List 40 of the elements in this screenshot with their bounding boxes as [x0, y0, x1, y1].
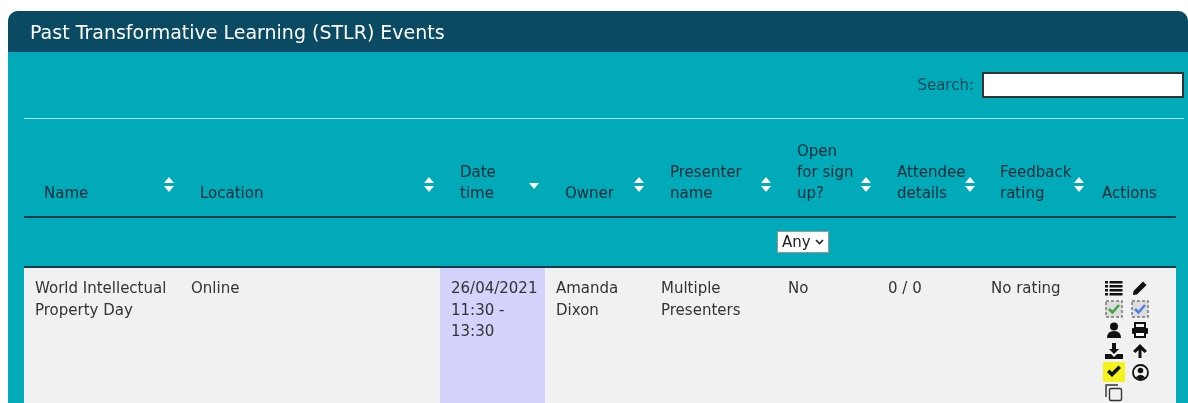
- search-label: Search:: [917, 76, 974, 94]
- panel-title: Past Transformative Learning (STLR) Events: [30, 20, 445, 43]
- column-header[interactable]: Name: [44, 183, 89, 204]
- column-header[interactable]: Feedback rating: [1000, 162, 1074, 204]
- table-cell: Multiple Presenters: [661, 279, 741, 319]
- column-header[interactable]: Open for sign up?: [797, 141, 861, 204]
- column-header[interactable]: Location: [200, 183, 264, 204]
- sort-icon[interactable]: [634, 176, 644, 194]
- column-header[interactable]: Owner: [565, 183, 614, 204]
- sort-icon[interactable]: [761, 176, 771, 194]
- column-header[interactable]: Actions: [1102, 183, 1157, 204]
- list-icon[interactable]: [1105, 280, 1123, 296]
- search-field[interactable]: [982, 72, 1184, 98]
- column-header[interactable]: Attendee details: [897, 162, 966, 204]
- column-header[interactable]: Date time: [460, 162, 529, 204]
- download-icon[interactable]: [1105, 343, 1123, 359]
- sort-icon[interactable]: [861, 176, 871, 194]
- table-cell: 0 / 0: [888, 279, 922, 297]
- checked-box-icon[interactable]: [1131, 300, 1149, 318]
- checkmark-icon[interactable]: [1106, 365, 1122, 379]
- person-icon[interactable]: [1107, 322, 1121, 338]
- chevron-down-icon: [814, 239, 824, 245]
- sort-icon[interactable]: [965, 176, 976, 194]
- table-cell: No: [788, 279, 809, 297]
- user-circle-icon[interactable]: [1131, 363, 1149, 381]
- column-header[interactable]: Presenter name: [670, 162, 761, 204]
- checked-box-icon[interactable]: [1105, 300, 1123, 318]
- copy-icon[interactable]: [1105, 384, 1123, 402]
- sort-icon[interactable]: [164, 176, 174, 194]
- table-cell: 26/04/2021 11:30 - 13:30: [451, 279, 538, 340]
- sort-icon[interactable]: [424, 176, 434, 194]
- pencil-icon[interactable]: [1132, 280, 1148, 296]
- sort-icon[interactable]: [1074, 176, 1084, 194]
- arrow-up-icon[interactable]: [1132, 343, 1148, 359]
- table-cell: Amanda Dixon: [556, 279, 619, 319]
- table-cell: No rating: [991, 279, 1061, 297]
- table-cell: World Intellectual Property Day: [35, 279, 167, 319]
- filter-dropdown[interactable]: Any: [777, 231, 829, 253]
- printer-icon[interactable]: [1131, 322, 1149, 338]
- table-cell: Online: [191, 279, 240, 297]
